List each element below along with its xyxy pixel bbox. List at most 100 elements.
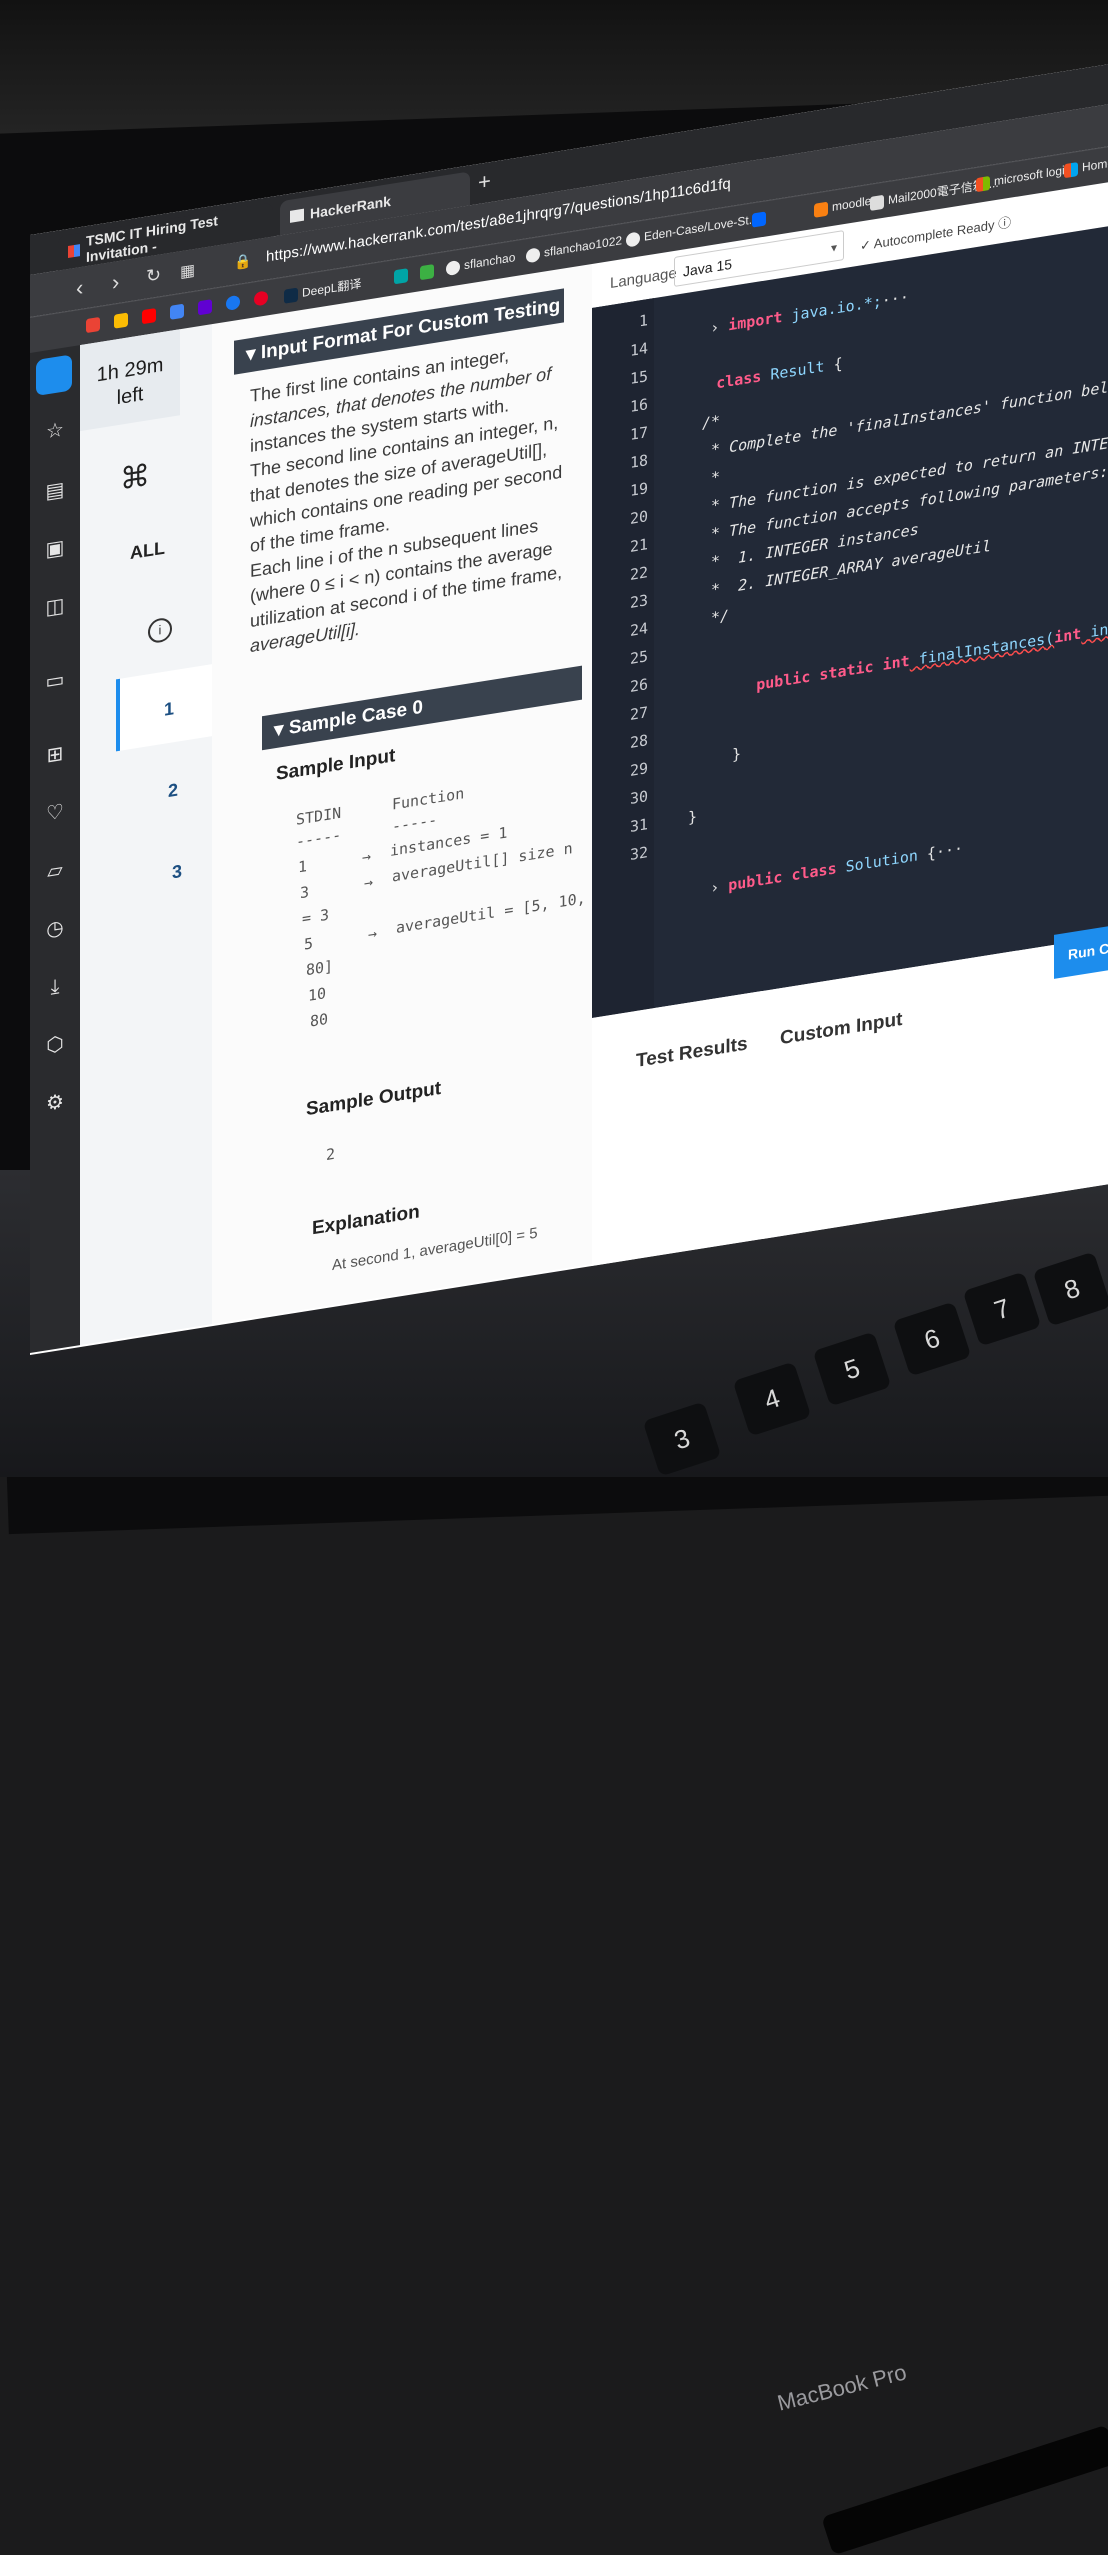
cube-icon[interactable]: ⬡ — [43, 1031, 67, 1059]
line-number: 14 — [629, 339, 648, 360]
line-number: 30 — [629, 787, 648, 808]
bookmark-microsoft-login[interactable]: microsoft login — [976, 162, 1071, 192]
problem-panel: ▾ Input Format For Custom Testing The fi… — [212, 263, 772, 1325]
line-number: 18 — [629, 451, 648, 472]
book-icon[interactable]: ◫ — [43, 593, 67, 621]
bookmark-moodle[interactable]: moodle — [814, 194, 871, 218]
drive-bookmark-icon[interactable] — [114, 311, 132, 329]
question-2[interactable]: 2 — [168, 780, 178, 803]
line-number: 32 — [629, 843, 648, 864]
code-line-32: › public class Solution {··· — [656, 821, 963, 924]
line-number: 27 — [629, 703, 648, 724]
keyword: class — [716, 367, 762, 393]
laptop-brand: MacBook Pro — [774, 2359, 910, 2416]
code-line-25: public static int finalInstances(int ins… — [702, 578, 1108, 721]
sample-case-title: Sample Case 0 — [288, 696, 423, 740]
stdin-row: 80] — [306, 956, 334, 980]
input-format-text: The first line contains an integer, inst… — [250, 332, 580, 659]
line-number: 1 — [638, 311, 648, 331]
key-7: 7 — [962, 1271, 1042, 1347]
leetcode-bookmark-icon[interactable] — [420, 262, 438, 281]
code-editor[interactable]: 1 14 15 16 17 18 19 20 21 22 23 24 25 26… — [592, 225, 1108, 1018]
tab-custom-input[interactable]: Custom Input — [780, 1009, 902, 1050]
lock-icon: 🔒 — [234, 251, 252, 271]
question-nav: 1h 29m left ⌘ ALL i 1 2 3 — [80, 324, 216, 1346]
forward-icon[interactable]: › — [112, 269, 119, 296]
language-label: Language — [610, 264, 677, 293]
tab-test-results[interactable]: Test Results — [636, 1033, 748, 1073]
arrow-icon: → — [364, 872, 374, 893]
board-icon[interactable]: ▱ — [43, 857, 67, 885]
settings-icon[interactable]: ⚙ — [43, 1089, 67, 1117]
question-1[interactable]: 1 — [164, 698, 174, 721]
stdin-row: 80 — [310, 1009, 329, 1031]
bookmark-sflanchao[interactable]: sflanchao — [446, 250, 515, 276]
function-dashes: ----- — [392, 810, 438, 836]
wallet-icon[interactable]: ▭ — [43, 667, 67, 695]
briefcase-icon[interactable]: ▣ — [43, 535, 67, 563]
class-name: Solution — [836, 846, 918, 878]
keyword: int — [1054, 624, 1082, 647]
class-name: Result — [761, 357, 825, 386]
line-number: 25 — [629, 647, 648, 668]
apps-icon[interactable]: ⊞ — [43, 741, 67, 769]
heart-icon[interactable]: ♡ — [43, 799, 67, 827]
youtube-bookmark-icon[interactable] — [142, 306, 160, 325]
stdin-row: 10 — [308, 984, 327, 1005]
all-questions-link[interactable]: ALL — [130, 538, 165, 565]
folded-region[interactable]: ··· — [882, 288, 909, 310]
question-3[interactable]: 3 — [172, 861, 182, 884]
language-value: Java 15 — [683, 255, 733, 280]
translate-bookmark-icon[interactable] — [170, 302, 188, 320]
time-left: 1h 29m left — [80, 329, 180, 432]
gmail-icon — [68, 244, 80, 258]
bookmark-deepl[interactable]: DeepL翻译 — [284, 275, 361, 304]
back-icon[interactable]: ‹ — [76, 275, 83, 302]
function-row: averageUtil = [5, 10, — [396, 888, 586, 938]
line-number: 24 — [629, 619, 648, 640]
sample-output-value: 2 — [326, 1144, 336, 1165]
line-number: 21 — [629, 535, 648, 556]
bookmark-sflanchao1022[interactable]: sflanchao1022 — [526, 233, 622, 264]
clock-icon[interactable]: ◷ — [43, 915, 67, 943]
download-icon[interactable]: ⤓ — [43, 973, 67, 1001]
key-4: 4 — [732, 1361, 812, 1437]
check-circle-icon: ✓ — [860, 236, 874, 254]
stdin-row: 5 — [304, 934, 314, 954]
zhihu-bookmark-icon[interactable] — [752, 210, 770, 228]
hackerrank-icon — [290, 208, 304, 223]
keyword: public class — [728, 859, 837, 895]
line-number-gutter: 1 14 15 16 17 18 19 20 21 22 23 24 25 26… — [592, 298, 654, 1018]
notes-icon[interactable]: ▤ — [43, 477, 67, 505]
keyword: import — [728, 307, 783, 335]
fold-chevron-icon[interactable]: › — [710, 316, 728, 337]
line-number: 31 — [629, 815, 648, 836]
gmail-bookmark-icon[interactable] — [86, 315, 104, 333]
code-text: { — [824, 354, 843, 376]
folded-region[interactable]: {··· — [918, 839, 963, 864]
yahoo-bookmark-icon[interactable] — [198, 298, 216, 316]
line-number: 16 — [629, 395, 648, 416]
bookmark-home-visual[interactable]: Home - Visu — [1064, 150, 1108, 179]
reload-icon[interactable]: ↻ — [146, 264, 161, 287]
info-icon[interactable]: i — [148, 616, 172, 645]
extension-bookmark-icon[interactable] — [394, 266, 412, 285]
stdin-dashes: ----- — [296, 825, 342, 851]
facebook-bookmark-icon[interactable] — [226, 293, 244, 311]
grid-icon[interactable]: ▦ — [180, 260, 195, 282]
new-tab-button[interactable]: + — [478, 168, 491, 196]
keyword: public static int — [756, 651, 910, 694]
fold-chevron-icon[interactable]: › — [710, 876, 728, 897]
star-icon[interactable]: ☆ — [43, 417, 67, 445]
pinterest-bookmark-icon[interactable] — [254, 289, 272, 307]
chevron-down-icon: ▾ — [830, 240, 837, 256]
laptop-screen: TSMC IT Hiring Test Invitation - HackerR… — [30, 63, 1108, 1355]
function-header: Function — [392, 784, 465, 814]
command-icon[interactable]: ⌘ — [120, 458, 150, 498]
explanation-title: Explanation — [312, 1201, 420, 1240]
sample-case-header[interactable]: ▾ Sample Case 0 — [262, 665, 582, 751]
stdin-row: = 3 — [302, 905, 330, 928]
line-number: 26 — [629, 675, 648, 696]
home-icon[interactable] — [36, 354, 72, 397]
key-3: 3 — [642, 1401, 722, 1477]
